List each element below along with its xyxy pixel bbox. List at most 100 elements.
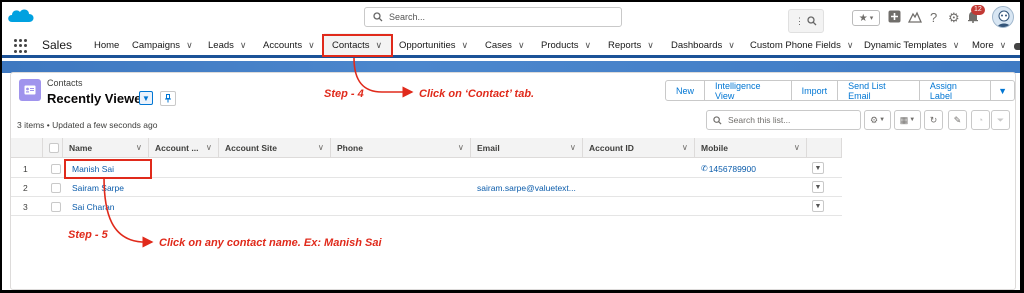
column-header-label: Account ID	[589, 142, 634, 153]
row-actions-chevron-icon[interactable]: ▼	[812, 181, 824, 193]
column-header-account-site[interactable]: Account Site ∨	[219, 138, 331, 158]
compact-search-button[interactable]: ⋮	[788, 9, 824, 33]
nav-item-home[interactable]: Home	[94, 33, 119, 57]
column-header-account[interactable]: Account ... ∨	[149, 138, 219, 158]
nav-item-label: Home	[94, 39, 120, 51]
user-avatar[interactable]	[992, 6, 1014, 28]
chevron-down-icon[interactable]: ∨	[136, 142, 142, 153]
search-placeholder: Search...	[389, 12, 426, 22]
column-header-mobile[interactable]: Mobile ∨	[695, 138, 807, 158]
chevron-down-icon[interactable]: ∨	[647, 40, 654, 51]
nav-item-label: Dynamic Templates	[864, 39, 947, 51]
chevron-down-icon[interactable]: ∨	[462, 40, 469, 51]
column-header-label: Mobile	[701, 142, 728, 153]
list-view-picker-chevron-icon[interactable]: ▼	[139, 91, 153, 105]
chevron-down-icon[interactable]: ∨	[318, 142, 324, 153]
nav-item-accounts[interactable]: Accounts ∨	[263, 33, 315, 57]
charts-icon[interactable]: ◔	[971, 110, 990, 130]
nav-item-cases[interactable]: Cases ∨	[485, 33, 525, 57]
nav-item-leads[interactable]: Leads ∨	[208, 33, 246, 57]
help-icon[interactable]: ?	[930, 10, 937, 25]
assign-label-button[interactable]: Assign Label	[918, 80, 992, 101]
global-actions-icon[interactable]	[888, 10, 901, 23]
chevron-down-icon[interactable]: ∨	[953, 40, 960, 51]
nav-item-campaigns[interactable]: Campaigns ∨	[132, 33, 193, 57]
intelligence-view-button[interactable]: Intelligence View	[704, 80, 792, 101]
refresh-icon[interactable]: ↻	[924, 110, 943, 130]
column-header-email[interactable]: Email ∨	[471, 138, 583, 158]
nav-item-products[interactable]: Products ∨	[541, 33, 591, 57]
contact-name-link[interactable]: Sai Charan	[66, 197, 115, 216]
gear-icon[interactable]: ⚙	[948, 10, 960, 26]
column-header-label: Name	[69, 142, 93, 153]
chevron-down-icon[interactable]: ∨	[518, 40, 525, 51]
row-actions-chevron-icon[interactable]: ▼	[812, 200, 824, 212]
select-all-checkbox[interactable]	[49, 142, 59, 153]
salesforce-cloud-logo[interactable]	[6, 6, 36, 28]
new-button[interactable]: New	[665, 80, 706, 101]
list-view-card: Contacts Recently Viewed ▼ Step - 4 Clic…	[10, 72, 1016, 290]
send-list-email-button[interactable]: Send List Email	[837, 80, 920, 101]
pin-list-view-icon[interactable]	[160, 91, 176, 106]
mobile-number-link[interactable]: 1456789900	[709, 164, 756, 174]
nav-item-label: Campaigns	[132, 39, 181, 51]
more-actions-chevron-icon[interactable]: ▼	[990, 80, 1015, 101]
chevron-down-icon[interactable]: ∨	[206, 142, 212, 153]
nav-item-label: Reports	[608, 39, 642, 51]
display-as-table-icon[interactable]: ▦ ▼	[894, 110, 921, 130]
edit-pencil-icon[interactable]: ✎	[948, 110, 967, 130]
email-link[interactable]: sairam.sarpe@valuetext...	[471, 178, 576, 197]
nav-item-dynamic-templates[interactable]: Dynamic Templates ∨	[864, 33, 959, 57]
row-number: 2	[23, 182, 28, 193]
step5-instruction: Click on any contact name. Ex: Manish Sa…	[159, 237, 382, 249]
trailhead-icon[interactable]	[908, 10, 922, 23]
chevron-down-icon[interactable]: ∨	[682, 142, 688, 153]
nav-overflow-handle[interactable]	[1014, 43, 1020, 50]
chevron-down-icon[interactable]: ∨	[186, 40, 193, 51]
column-header-label: Account Site	[225, 142, 277, 153]
chevron-down-icon[interactable]: ∨	[585, 40, 592, 51]
nav-item-label: Opportunities	[399, 39, 456, 51]
app-launcher-icon[interactable]	[14, 39, 28, 53]
nav-item-dashboards[interactable]: Dashboards ∨	[671, 33, 735, 57]
row-checkbox[interactable]	[51, 163, 61, 174]
chevron-down-icon[interactable]: ∨	[794, 142, 800, 153]
step5-highlight-box	[64, 159, 152, 179]
filter-icon[interactable]: ⏷	[991, 110, 1010, 130]
step5-label: Step - 5	[68, 229, 108, 241]
nav-item-label: More	[972, 39, 994, 51]
column-header-account-id[interactable]: Account ID ∨	[583, 138, 695, 158]
chevron-down-icon[interactable]: ∨	[240, 40, 247, 51]
list-settings-gear-icon[interactable]: ⚙ ▼	[864, 110, 891, 130]
global-header: Search... ⋮ ★ ▾ ? ⚙ 12	[2, 2, 1020, 33]
nav-item-reports[interactable]: Reports ∨	[608, 33, 654, 57]
nav-item-label: Accounts	[263, 39, 303, 51]
row-checkbox[interactable]	[51, 182, 61, 193]
chevron-down-icon[interactable]: ∨	[847, 40, 854, 51]
column-header-phone[interactable]: Phone ∨	[331, 138, 471, 158]
app-navigation-bar: Sales Home Campaigns ∨ Leads ∨ Accounts ∨ C…	[2, 33, 1020, 58]
mobile-phone[interactable]: ✆ 1456789900	[695, 159, 756, 178]
list-search-input[interactable]: Search this list...	[706, 110, 861, 130]
row-actions-chevron-icon[interactable]: ▼	[812, 162, 824, 174]
chevron-down-icon[interactable]: ∨	[728, 40, 735, 51]
column-header-name[interactable]: Name ∨	[63, 138, 149, 158]
nav-item-label: Leads	[208, 39, 234, 51]
nav-item-opportunities[interactable]: Opportunities ∨	[399, 33, 468, 57]
list-view-name[interactable]: Recently Viewed	[47, 91, 149, 106]
nav-item-more[interactable]: More ∨	[972, 33, 1006, 57]
import-button[interactable]: Import	[790, 80, 839, 101]
global-search-input[interactable]: Search...	[364, 7, 622, 27]
row-number-header	[11, 138, 43, 158]
row-checkbox[interactable]	[51, 201, 61, 212]
nav-item-custom-phone-fields[interactable]: Custom Phone Fields ∨	[750, 33, 853, 57]
chevron-down-icon[interactable]: ∨	[458, 142, 464, 153]
favorites-button[interactable]: ★ ▾	[852, 10, 880, 26]
chevron-down-icon[interactable]: ∨	[308, 40, 315, 51]
nav-item-label: Cases	[485, 39, 512, 51]
chevron-down-icon[interactable]: ∨	[1000, 40, 1007, 51]
chevron-down-icon[interactable]: ∨	[570, 142, 576, 153]
select-all-header	[43, 138, 63, 158]
contact-name-link[interactable]: Sairam Sarpe	[66, 178, 124, 197]
row-number: 1	[23, 163, 28, 174]
